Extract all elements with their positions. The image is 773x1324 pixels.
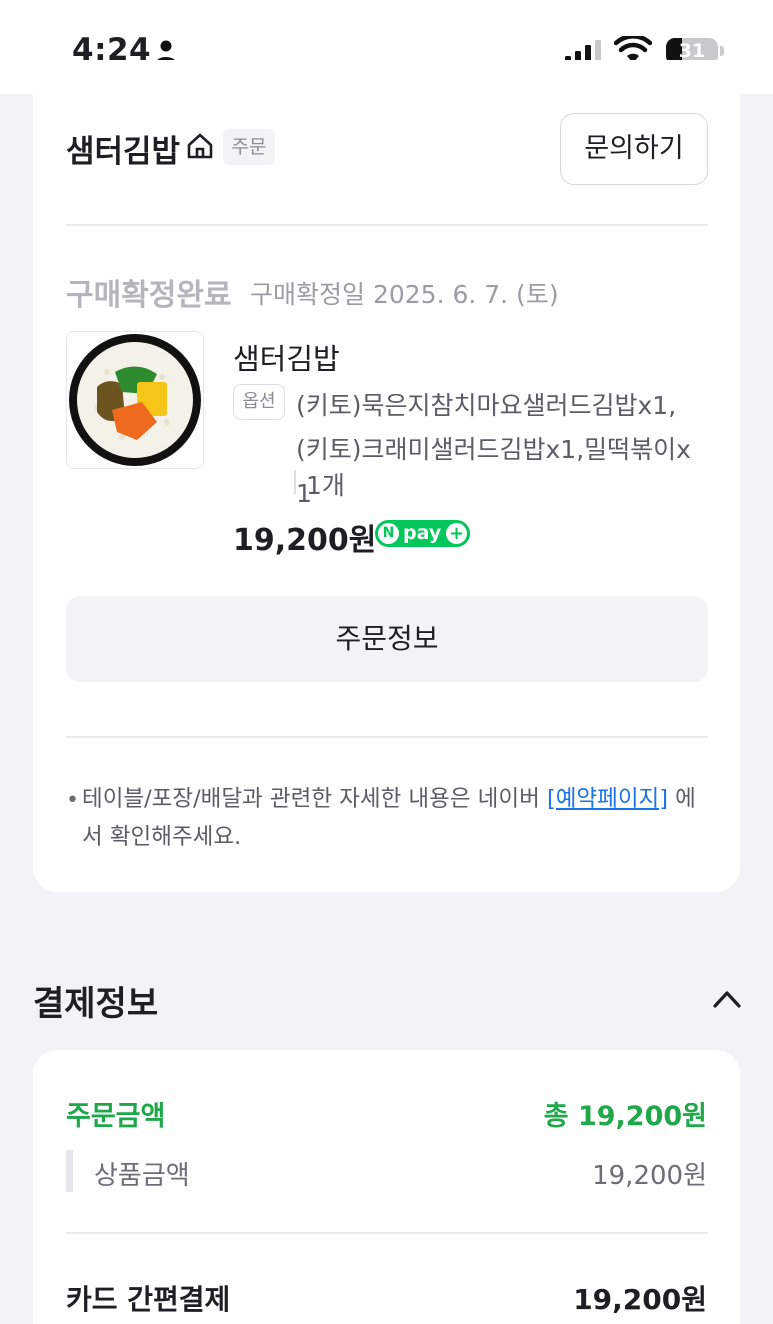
notice-text-before: 테이블/포장/배달과 관련한 자세한 내용은 네이버 xyxy=(82,786,547,812)
order-amount-value: 총 19,200원 xyxy=(543,1101,707,1132)
order-type-badge: 주문 xyxy=(223,129,275,165)
order-info-button[interactable]: 주문정보 xyxy=(66,596,708,682)
store-name[interactable]: 샘터김밥 xyxy=(66,126,180,171)
payment-method-value: 19,200원 xyxy=(573,1283,707,1316)
product-amount-label: 상품금액 xyxy=(94,1161,190,1191)
battery-percent: 31 xyxy=(678,40,706,62)
order-amount-label: 주문금액 xyxy=(66,1101,166,1132)
divider xyxy=(66,224,708,226)
npay-label: pay xyxy=(403,522,442,544)
product-name[interactable]: 샘터김밥 xyxy=(233,336,340,378)
purchase-date: 구매확정일 2025. 6. 7. (토) xyxy=(250,280,559,309)
divider xyxy=(66,736,708,738)
npay-plus-icon: + xyxy=(446,523,467,544)
product-price: 19,200원 xyxy=(233,523,377,558)
quantity: 1개 xyxy=(306,471,345,500)
quantity-divider xyxy=(294,470,296,494)
battery-nub xyxy=(720,46,724,56)
payment-method-label: 카드 간편결제 xyxy=(66,1283,231,1316)
npay-n-icon: N xyxy=(378,523,399,544)
inquiry-button[interactable]: 문의하기 xyxy=(560,113,708,185)
home-icon xyxy=(187,133,213,159)
reservation-page-link[interactable]: [예약페이지] xyxy=(547,786,668,812)
option-text: (키토)묵은지참치마요샐러드김밥x1,(키토)크래미샐러드김밥x1,밀떡볶이x1 xyxy=(296,391,691,508)
product-amount-value: 19,200원 xyxy=(592,1161,707,1191)
npay-plus-badge: N pay + xyxy=(375,520,470,547)
notice-text: 테이블/포장/배달과 관련한 자세한 내용은 네이버 [예약페이지] 에서 확인… xyxy=(82,780,702,856)
kimbap-image xyxy=(69,334,201,466)
product-thumbnail[interactable] xyxy=(66,331,204,469)
divider xyxy=(66,1232,708,1234)
chevron-up-icon[interactable] xyxy=(712,988,742,1010)
payment-section-title: 결제정보 xyxy=(33,984,159,1024)
sub-item-bar xyxy=(66,1150,73,1192)
option-tag: 옵션 xyxy=(233,384,285,420)
notice-bullet: • xyxy=(66,788,79,813)
purchase-status: 구매확정완료 xyxy=(66,278,232,313)
